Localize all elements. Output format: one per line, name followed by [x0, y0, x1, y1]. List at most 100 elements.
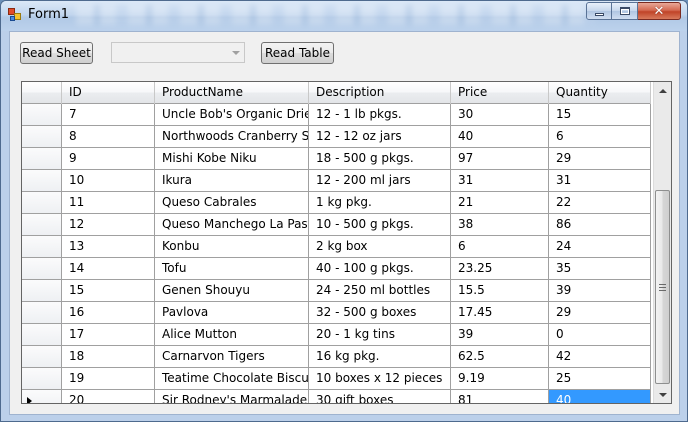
row-header[interactable]	[22, 280, 62, 302]
column-header-productname[interactable]: ProductName	[155, 82, 309, 104]
table-row[interactable]: 18 Carnarvon Tigers 16 kg pkg. 62.5 42	[22, 346, 651, 368]
cell-description[interactable]: 32 - 500 g boxes	[309, 302, 451, 324]
table-row[interactable]: 20 Sir Rodney's Marmalade 30 gift boxes 81 4…	[22, 390, 651, 403]
scrollbar-thumb[interactable]	[655, 190, 670, 384]
table-row[interactable]: 11 Queso Cabrales 1 kg pkg. 21 22	[22, 192, 651, 214]
cell-quantity[interactable]: 39	[549, 280, 651, 302]
table-row[interactable]: 10 Ikura 12 - 200 ml jars 31 31	[22, 170, 651, 192]
cell-quantity[interactable]: 24	[549, 236, 651, 258]
read-sheet-button[interactable]: Read Sheet	[20, 42, 93, 64]
table-row[interactable]: 19 Teatime Chocolate Biscuits 10 boxes x 1…	[22, 368, 651, 390]
cell-quantity[interactable]: 42	[549, 346, 651, 368]
cell-quantity[interactable]: 29	[549, 148, 651, 170]
sheet-combobox[interactable]	[111, 42, 245, 63]
cell-description[interactable]: 20 - 1 kg tins	[309, 324, 451, 346]
row-header[interactable]	[22, 368, 62, 390]
cell-price[interactable]: 23.25	[451, 258, 549, 280]
cell-id[interactable]: 17	[62, 324, 155, 346]
cell-quantity[interactable]: 22	[549, 192, 651, 214]
table-row[interactable]: 14 Tofu 40 - 100 g pkgs. 23.25 35	[22, 258, 651, 280]
cell-price[interactable]: 81	[451, 390, 549, 403]
cell-id[interactable]: 20	[62, 390, 155, 403]
row-header[interactable]	[22, 192, 62, 214]
cell-description[interactable]: 30 gift boxes	[309, 390, 451, 403]
cell-id[interactable]: 11	[62, 192, 155, 214]
cell-description[interactable]: 40 - 100 g pkgs.	[309, 258, 451, 280]
cell-description[interactable]: 10 boxes x 12 pieces	[309, 368, 451, 390]
cell-quantity[interactable]: 15	[549, 104, 651, 126]
cell-price[interactable]: 38	[451, 214, 549, 236]
cell-id[interactable]: 8	[62, 126, 155, 148]
column-header-id[interactable]: ID	[62, 82, 155, 104]
chevron-down-icon[interactable]	[227, 43, 244, 62]
cell-price[interactable]: 39	[451, 324, 549, 346]
cell-quantity[interactable]: 6	[549, 126, 651, 148]
cell-id[interactable]: 18	[62, 346, 155, 368]
cell-price[interactable]: 9.19	[451, 368, 549, 390]
row-header[interactable]	[22, 324, 62, 346]
cell-productname[interactable]: Ikura	[155, 170, 309, 192]
cell-price[interactable]: 6	[451, 236, 549, 258]
vertical-scrollbar[interactable]	[653, 82, 671, 403]
cell-price[interactable]: 21	[451, 192, 549, 214]
cell-description[interactable]: 12 - 200 ml jars	[309, 170, 451, 192]
table-row[interactable]: 12Queso Manchego La Pastora10 - 500 g pk…	[22, 214, 651, 236]
cell-productname[interactable]: Alice Mutton	[155, 324, 309, 346]
cell-description[interactable]: 16 kg pkg.	[309, 346, 451, 368]
column-header-quantity[interactable]: Quantity	[549, 82, 651, 104]
row-header[interactable]	[22, 214, 62, 236]
cell-price[interactable]: 15.5	[451, 280, 549, 302]
cell-productname[interactable]: Tofu	[155, 258, 309, 280]
cell-quantity[interactable]: 0	[549, 324, 651, 346]
close-button[interactable]: ✕	[638, 2, 681, 20]
cell-productname[interactable]: Mishi Kobe Niku	[155, 148, 309, 170]
data-grid[interactable]: ID ProductName Description Price Quantit…	[21, 81, 672, 404]
cell-description[interactable]: 12 - 12 oz jars	[309, 126, 451, 148]
cell-productname[interactable]: Teatime Chocolate Biscuits	[155, 368, 309, 390]
cell-quantity[interactable]: 35	[549, 258, 651, 280]
cell-description[interactable]: 2 kg box	[309, 236, 451, 258]
read-table-button[interactable]: Read Table	[261, 42, 334, 64]
cell-id[interactable]: 19	[62, 368, 155, 390]
cell-price[interactable]: 30	[451, 104, 549, 126]
row-header[interactable]	[22, 302, 62, 324]
cell-quantity[interactable]: 25	[549, 368, 651, 390]
row-header[interactable]	[22, 126, 62, 148]
table-row[interactable]: 9 Mishi Kobe Niku 18 - 500 g pkgs. 97 29	[22, 148, 651, 170]
cell-price[interactable]: 97	[451, 148, 549, 170]
scroll-down-button[interactable]	[654, 386, 671, 403]
cell-price[interactable]: 17.45	[451, 302, 549, 324]
cell-id[interactable]: 15	[62, 280, 155, 302]
cell-description[interactable]: 24 - 250 ml bottles	[309, 280, 451, 302]
cell-productname[interactable]: Genen Shouyu	[155, 280, 309, 302]
cell-id[interactable]: 13	[62, 236, 155, 258]
cell-description[interactable]: 10 - 500 g pkgs.	[309, 214, 451, 236]
cell-quantity[interactable]: 29	[549, 302, 651, 324]
cell-quantity[interactable]: 86	[549, 214, 651, 236]
minimize-button[interactable]	[586, 2, 612, 20]
row-header[interactable]	[22, 258, 62, 280]
table-row[interactable]: 15 Genen Shouyu 24 - 250 ml bottles 15.5 39	[22, 280, 651, 302]
row-header[interactable]	[22, 236, 62, 258]
table-row[interactable]: 7Uncle Bob's Organic Dried P...12 - 1 lb…	[22, 104, 651, 126]
cell-productname[interactable]: Sir Rodney's Marmalade	[155, 390, 309, 403]
cell-productname[interactable]: Queso Cabrales	[155, 192, 309, 214]
row-header[interactable]	[22, 148, 62, 170]
scroll-up-button[interactable]	[654, 82, 671, 99]
table-row[interactable]: 17 Alice Mutton 20 - 1 kg tins 39 0	[22, 324, 651, 346]
cell-id[interactable]: 9	[62, 148, 155, 170]
row-header[interactable]	[22, 170, 62, 192]
table-row[interactable]: 8Northwoods Cranberry Sauce12 - 12 oz ja…	[22, 126, 651, 148]
cell-id[interactable]: 7	[62, 104, 155, 126]
column-header-description[interactable]: Description	[309, 82, 451, 104]
cell-id[interactable]: 16	[62, 302, 155, 324]
column-header-price[interactable]: Price	[451, 82, 549, 104]
cell-id[interactable]: 12	[62, 214, 155, 236]
title-bar[interactable]: Form1 ✕	[1, 1, 687, 31]
cell-productname[interactable]: Queso Manchego La Pastora	[155, 214, 309, 236]
cell-productname[interactable]: Northwoods Cranberry Sauce	[155, 126, 309, 148]
row-header[interactable]	[22, 104, 62, 126]
cell-id[interactable]: 10	[62, 170, 155, 192]
cell-description[interactable]: 1 kg pkg.	[309, 192, 451, 214]
table-row[interactable]: 13 Konbu 2 kg box 6 24	[22, 236, 651, 258]
